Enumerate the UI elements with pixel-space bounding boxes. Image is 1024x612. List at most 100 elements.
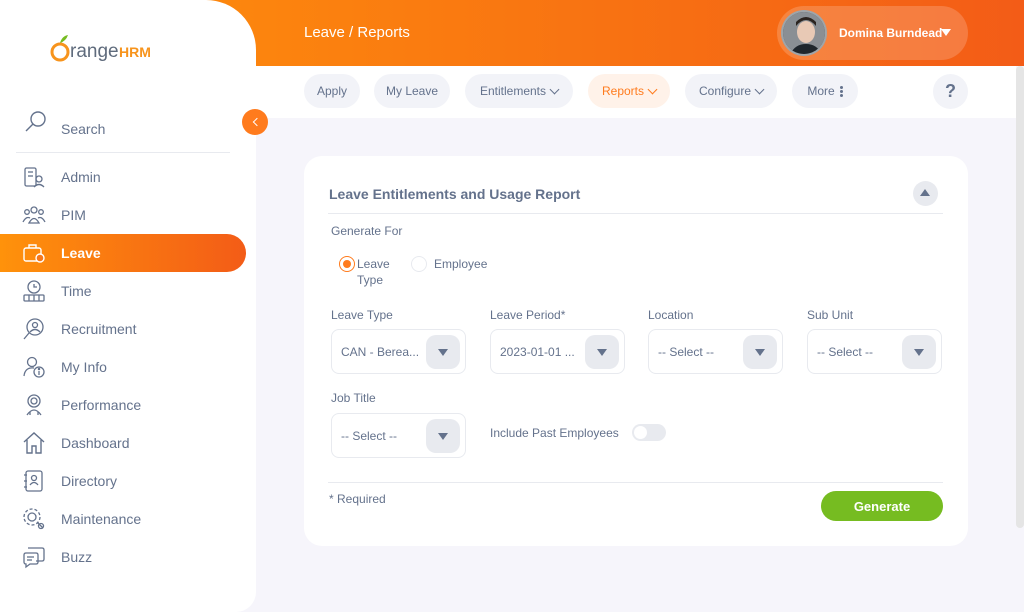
sidebar-item-label: My Info: [61, 359, 107, 375]
tab-label: Reports: [601, 84, 645, 98]
directory-icon: [22, 469, 46, 493]
location-select[interactable]: -- Select --: [648, 329, 783, 374]
chevron-down-icon: [549, 84, 560, 94]
scrollbar[interactable]: [1016, 66, 1024, 528]
logo-hrm: HRM: [119, 44, 151, 60]
pim-icon: [22, 203, 46, 227]
user-dropdown[interactable]: Domina Burndead: [777, 6, 968, 60]
sidebar-item-maintenance[interactable]: Maintenance: [0, 500, 246, 538]
maintenance-icon: [22, 507, 46, 531]
sidebar: range HRM Search Admin PIM Leave Time Re…: [0, 0, 256, 612]
help-button[interactable]: ?: [933, 74, 968, 109]
sidebar-item-label: Dashboard: [61, 435, 130, 451]
sidebar-item-label: Recruitment: [61, 321, 137, 337]
chevron-down-icon: [754, 84, 765, 94]
caret-down-icon: [426, 419, 460, 453]
tab-reports[interactable]: Reports: [588, 74, 670, 108]
sidebar-item-label: Time: [61, 283, 92, 299]
avatar: [781, 10, 827, 56]
radio-leave-type[interactable]: [339, 256, 355, 272]
sidebar-item-pim[interactable]: PIM: [0, 196, 246, 234]
sidebar-item-label: Performance: [61, 397, 142, 413]
sidebar-item-time[interactable]: Time: [0, 272, 246, 310]
caret-down-icon: [585, 335, 619, 369]
report-card: Leave Entitlements and Usage Report Gene…: [304, 156, 968, 546]
radio-leave-type-label: Leave Type: [357, 256, 390, 288]
radio-label-line: Type: [357, 273, 384, 287]
time-icon: [22, 279, 46, 303]
include-past-toggle[interactable]: [632, 424, 666, 441]
divider: [328, 213, 943, 214]
sidebar-item-performance[interactable]: Performance: [0, 386, 246, 424]
collapse-card-button[interactable]: [913, 181, 938, 206]
logo-text: range: [70, 41, 119, 62]
tab-label: More: [807, 84, 835, 98]
performance-icon: [22, 393, 46, 417]
tab-label: Apply: [316, 84, 348, 98]
sidebar-item-buzz[interactable]: Buzz: [0, 538, 246, 576]
tab-configure[interactable]: Configure: [685, 74, 777, 108]
generate-for-label: Generate For: [331, 224, 403, 238]
select-value: 2023-01-01 ...: [500, 345, 575, 359]
radio-employee-label: Employee: [434, 257, 488, 271]
caret-down-icon: [743, 335, 777, 369]
collapse-sidebar-button[interactable]: [242, 109, 268, 135]
select-value: CAN - Berea...: [341, 345, 420, 359]
chevron-left-icon: [252, 117, 261, 127]
user-name: Domina Burndead: [839, 26, 943, 40]
admin-icon: [22, 165, 46, 189]
radio-label-line: Leave: [357, 257, 390, 271]
divider: [328, 482, 943, 483]
search-icon: [24, 110, 48, 139]
search-label: Search: [61, 121, 106, 137]
sidebar-item-directory[interactable]: Directory: [0, 462, 246, 500]
leave-period-select[interactable]: 2023-01-01 ...: [490, 329, 625, 374]
sidebar-item-my-info[interactable]: My Info: [0, 348, 246, 386]
sidebar-search[interactable]: Search: [16, 106, 230, 153]
sidebar-item-admin[interactable]: Admin: [0, 158, 246, 196]
tab-more[interactable]: More: [792, 74, 858, 108]
select-value: -- Select --: [658, 345, 715, 359]
sidebar-item-label: Directory: [61, 473, 118, 489]
sidebar-item-leave[interactable]: Leave: [0, 234, 246, 272]
orangehrm-logo: range HRM: [50, 32, 170, 66]
caret-down-icon: [941, 29, 951, 36]
my-info-icon: [22, 355, 46, 379]
select-value: -- Select --: [341, 429, 398, 443]
tab-label: My Leave: [385, 84, 439, 98]
leave-type-select[interactable]: CAN - Berea...: [331, 329, 466, 374]
caret-down-icon: [426, 335, 460, 369]
radio-employee[interactable]: [411, 256, 427, 272]
generate-button[interactable]: Generate: [821, 491, 943, 521]
job-title-label: Job Title: [331, 391, 376, 405]
tab-label: Configure: [698, 84, 752, 98]
sidebar-item-recruitment[interactable]: Recruitment: [0, 310, 246, 348]
select-value: -- Select --: [817, 345, 874, 359]
sidebar-item-label: Leave: [61, 245, 101, 261]
chevron-down-icon: [647, 84, 658, 94]
location-label: Location: [648, 308, 694, 322]
tab-my-leave[interactable]: My Leave: [374, 74, 450, 108]
top-nav: Apply My Leave Entitlements Reports Conf…: [256, 66, 1016, 118]
card-title: Leave Entitlements and Usage Report: [329, 186, 581, 202]
sidebar-item-label: Buzz: [61, 549, 93, 565]
caret-down-icon: [902, 335, 936, 369]
sub-unit-select[interactable]: -- Select --: [807, 329, 942, 374]
include-past-label: Include Past Employees: [490, 426, 619, 440]
breadcrumb: Leave / Reports: [304, 24, 410, 41]
buzz-icon: [22, 545, 46, 569]
required-note: * Required: [329, 492, 386, 506]
leave-icon: [22, 241, 46, 265]
scrollbar-track: [1016, 528, 1024, 612]
sidebar-item-dashboard[interactable]: Dashboard: [0, 424, 246, 462]
tab-entitlements[interactable]: Entitlements: [465, 74, 573, 108]
sidebar-item-label: PIM: [61, 207, 86, 223]
tab-apply[interactable]: Apply: [304, 74, 360, 108]
leave-type-label: Leave Type: [331, 308, 393, 322]
recruitment-icon: [22, 317, 46, 341]
more-vertical-icon: [839, 85, 843, 97]
leave-period-label: Leave Period*: [490, 308, 566, 322]
sidebar-item-label: Maintenance: [61, 511, 142, 527]
job-title-select[interactable]: -- Select --: [331, 413, 466, 458]
tab-label: Entitlements: [479, 84, 547, 98]
